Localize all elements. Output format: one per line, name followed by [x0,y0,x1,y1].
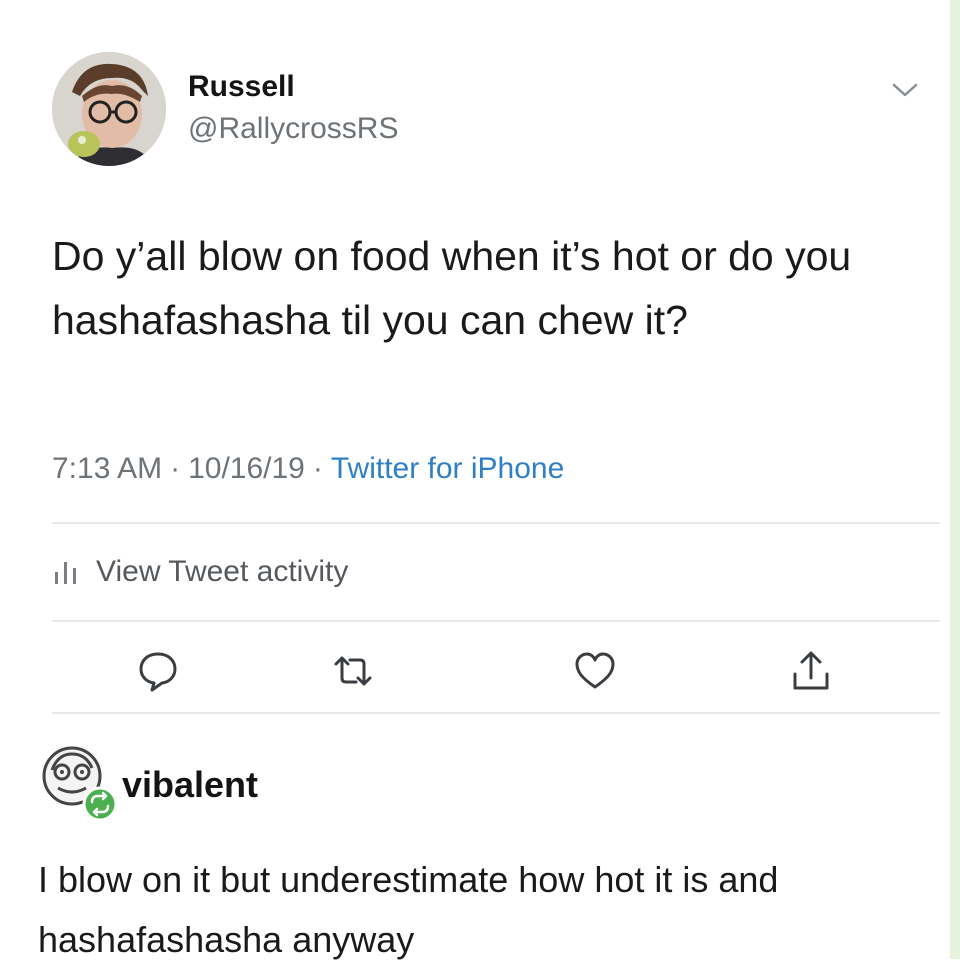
tweet-time[interactable]: 7:13 AM [52,452,162,485]
retweet-icon[interactable] [330,648,376,694]
bar-chart-icon [55,562,76,584]
reblog-icon [82,786,118,822]
tweet-text: Do y’all blow on food when it’s hot or d… [52,233,852,343]
tweet-meta: 7:13 AM · 10/16/19 · Twitter for iPhone [52,452,564,486]
divider [52,620,940,622]
divider [52,712,940,714]
tweet-source-link[interactable]: Twitter for iPhone [331,452,564,485]
meta-separator: · [312,452,323,485]
profile-photo-avatar-icon [52,52,166,166]
reply-icon[interactable] [135,648,181,694]
reply-author-name[interactable]: vibalent [122,764,258,806]
meta-separator: · [170,452,181,485]
view-tweet-activity-label: View Tweet activity [96,555,349,588]
chevron-down-icon[interactable] [890,80,920,100]
right-edge-strip [950,0,960,959]
view-tweet-activity-button[interactable]: View Tweet activity [52,552,348,592]
share-icon[interactable] [788,648,834,694]
avatar[interactable] [52,52,166,166]
reply-text: I blow on it but underestimate how hot i… [38,859,779,960]
like-icon[interactable] [572,648,618,694]
author-handle[interactable]: @RallycrossRS [188,112,398,146]
reply-avatar[interactable] [38,742,120,824]
divider [52,522,940,524]
tweet-date[interactable]: 10/16/19 [188,452,305,485]
author-name[interactable]: Russell [188,70,295,104]
